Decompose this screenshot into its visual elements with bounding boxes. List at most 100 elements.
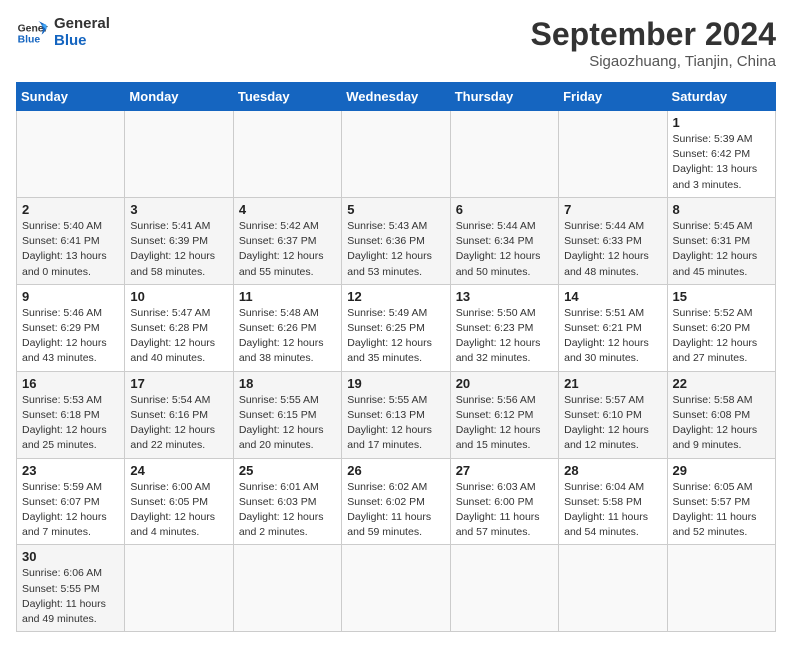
day-number: 10 [130, 289, 227, 304]
title-block: September 2024 Sigaozhuang, Tianjin, Chi… [531, 16, 776, 70]
day-number: 5 [347, 202, 444, 217]
logo-general-text: General [54, 16, 110, 33]
calendar-week-row: 23Sunrise: 5:59 AM Sunset: 6:07 PM Dayli… [17, 458, 776, 545]
day-number: 7 [564, 202, 661, 217]
day-number: 28 [564, 463, 661, 478]
day-number: 30 [22, 549, 119, 564]
day-number: 21 [564, 376, 661, 391]
day-info: Sunrise: 5:41 AM Sunset: 6:39 PM Dayligh… [130, 219, 227, 280]
day-number: 22 [673, 376, 770, 391]
calendar-cell: 6Sunrise: 5:44 AM Sunset: 6:34 PM Daylig… [450, 197, 558, 284]
calendar-cell: 11 Sunrise: 5:48 AM Sunset: 6:26 PM Dayli… [233, 284, 341, 371]
calendar-week-row: 1 Sunrise: 5:39 AM Sunset: 6:42 PM Daylig… [17, 111, 776, 198]
day-info: Sunrise: 5:51 AM Sunset: 6:21 PM Dayligh… [564, 306, 661, 367]
calendar-week-row: 9 Sunrise: 5:46 AM Sunset: 6:29 PM Daylig… [17, 284, 776, 371]
calendar-cell: 10 Sunrise: 5:47 AM Sunset: 6:28 PM Dayli… [125, 284, 233, 371]
calendar-cell [559, 545, 667, 632]
calendar-cell: 26 Sunrise: 6:02 AM Sunset: 6:02 PM Dayli… [342, 458, 450, 545]
day-info: Sunrise: 5:39 AM Sunset: 6:42 PM Dayligh… [673, 132, 770, 193]
day-info: Sunrise: 5:54 AM Sunset: 6:16 PM Dayligh… [130, 393, 227, 454]
day-info: Sunrise: 6:03 AM Sunset: 6:00 PM Dayligh… [456, 480, 553, 541]
day-info: Sunrise: 5:47 AM Sunset: 6:28 PM Dayligh… [130, 306, 227, 367]
day-info: Sunrise: 6:06 AM Sunset: 5:55 PM Dayligh… [22, 566, 119, 627]
calendar-week-row: 16Sunrise: 5:53 AM Sunset: 6:18 PM Dayli… [17, 371, 776, 458]
calendar-cell: 20 Sunrise: 5:56 AM Sunset: 6:12 PM Dayli… [450, 371, 558, 458]
calendar-cell: 22 Sunrise: 5:58 AM Sunset: 6:08 PM Dayli… [667, 371, 775, 458]
day-number: 26 [347, 463, 444, 478]
day-number: 20 [456, 376, 553, 391]
day-header-tuesday: Tuesday [233, 83, 341, 111]
day-number: 11 [239, 289, 336, 304]
day-info: Sunrise: 5:56 AM Sunset: 6:12 PM Dayligh… [456, 393, 553, 454]
day-number: 12 [347, 289, 444, 304]
day-info: Sunrise: 6:05 AM Sunset: 5:57 PM Dayligh… [673, 480, 770, 541]
calendar-cell [17, 111, 125, 198]
calendar-cell: 29 Sunrise: 6:05 AM Sunset: 5:57 PM Dayli… [667, 458, 775, 545]
day-info: Sunrise: 5:44 AM Sunset: 6:33 PM Dayligh… [564, 219, 661, 280]
calendar-cell: 16Sunrise: 5:53 AM Sunset: 6:18 PM Dayli… [17, 371, 125, 458]
calendar-cell [559, 111, 667, 198]
day-number: 2 [22, 202, 119, 217]
calendar-cell: 9 Sunrise: 5:46 AM Sunset: 6:29 PM Daylig… [17, 284, 125, 371]
day-info: Sunrise: 5:50 AM Sunset: 6:23 PM Dayligh… [456, 306, 553, 367]
calendar-cell: 4 Sunrise: 5:42 AM Sunset: 6:37 PM Daylig… [233, 197, 341, 284]
calendar-cell [667, 545, 775, 632]
month-title: September 2024 [531, 16, 776, 53]
calendar-cell: 15Sunrise: 5:52 AM Sunset: 6:20 PM Dayli… [667, 284, 775, 371]
day-number: 27 [456, 463, 553, 478]
logo: General Blue General Blue [16, 16, 110, 49]
day-number: 13 [456, 289, 553, 304]
logo-icon: General Blue [16, 17, 48, 49]
day-header-wednesday: Wednesday [342, 83, 450, 111]
day-header-monday: Monday [125, 83, 233, 111]
day-number: 3 [130, 202, 227, 217]
day-number: 25 [239, 463, 336, 478]
day-number: 15 [673, 289, 770, 304]
calendar-week-row: 30 Sunrise: 6:06 AM Sunset: 5:55 PM Dayli… [17, 545, 776, 632]
day-info: Sunrise: 5:58 AM Sunset: 6:08 PM Dayligh… [673, 393, 770, 454]
day-header-sunday: Sunday [17, 83, 125, 111]
calendar-cell: 24Sunrise: 6:00 AM Sunset: 6:05 PM Dayli… [125, 458, 233, 545]
day-info: Sunrise: 5:40 AM Sunset: 6:41 PM Dayligh… [22, 219, 119, 280]
calendar-header-row: SundayMondayTuesdayWednesdayThursdayFrid… [17, 83, 776, 111]
day-number: 17 [130, 376, 227, 391]
day-info: Sunrise: 5:46 AM Sunset: 6:29 PM Dayligh… [22, 306, 119, 367]
day-info: Sunrise: 6:00 AM Sunset: 6:05 PM Dayligh… [130, 480, 227, 541]
calendar-cell: 23Sunrise: 5:59 AM Sunset: 6:07 PM Dayli… [17, 458, 125, 545]
calendar-cell: 2 Sunrise: 5:40 AM Sunset: 6:41 PM Daylig… [17, 197, 125, 284]
calendar-cell: 21 Sunrise: 5:57 AM Sunset: 6:10 PM Dayli… [559, 371, 667, 458]
day-info: Sunrise: 6:02 AM Sunset: 6:02 PM Dayligh… [347, 480, 444, 541]
calendar-cell: 18 Sunrise: 5:55 AM Sunset: 6:15 PM Dayli… [233, 371, 341, 458]
day-header-friday: Friday [559, 83, 667, 111]
calendar-cell: 14 Sunrise: 5:51 AM Sunset: 6:21 PM Dayli… [559, 284, 667, 371]
day-number: 14 [564, 289, 661, 304]
calendar-cell: 17 Sunrise: 5:54 AM Sunset: 6:16 PM Dayli… [125, 371, 233, 458]
calendar-cell: 3 Sunrise: 5:41 AM Sunset: 6:39 PM Daylig… [125, 197, 233, 284]
logo-blue-text: Blue [54, 33, 110, 50]
day-number: 23 [22, 463, 119, 478]
calendar-cell: 1 Sunrise: 5:39 AM Sunset: 6:42 PM Daylig… [667, 111, 775, 198]
day-number: 18 [239, 376, 336, 391]
calendar-table: SundayMondayTuesdayWednesdayThursdayFrid… [16, 82, 776, 632]
calendar-cell: 8Sunrise: 5:45 AM Sunset: 6:31 PM Daylig… [667, 197, 775, 284]
day-number: 1 [673, 115, 770, 130]
day-header-thursday: Thursday [450, 83, 558, 111]
day-info: Sunrise: 5:48 AM Sunset: 6:26 PM Dayligh… [239, 306, 336, 367]
day-info: Sunrise: 5:44 AM Sunset: 6:34 PM Dayligh… [456, 219, 553, 280]
day-info: Sunrise: 5:57 AM Sunset: 6:10 PM Dayligh… [564, 393, 661, 454]
day-number: 8 [673, 202, 770, 217]
calendar-cell [450, 111, 558, 198]
day-number: 4 [239, 202, 336, 217]
day-info: Sunrise: 5:55 AM Sunset: 6:15 PM Dayligh… [239, 393, 336, 454]
day-header-saturday: Saturday [667, 83, 775, 111]
calendar-cell [125, 111, 233, 198]
svg-text:Blue: Blue [18, 34, 41, 45]
day-info: Sunrise: 6:01 AM Sunset: 6:03 PM Dayligh… [239, 480, 336, 541]
day-number: 19 [347, 376, 444, 391]
day-info: Sunrise: 6:04 AM Sunset: 5:58 PM Dayligh… [564, 480, 661, 541]
day-number: 9 [22, 289, 119, 304]
day-info: Sunrise: 5:55 AM Sunset: 6:13 PM Dayligh… [347, 393, 444, 454]
day-info: Sunrise: 5:42 AM Sunset: 6:37 PM Dayligh… [239, 219, 336, 280]
calendar-cell [233, 545, 341, 632]
day-number: 29 [673, 463, 770, 478]
